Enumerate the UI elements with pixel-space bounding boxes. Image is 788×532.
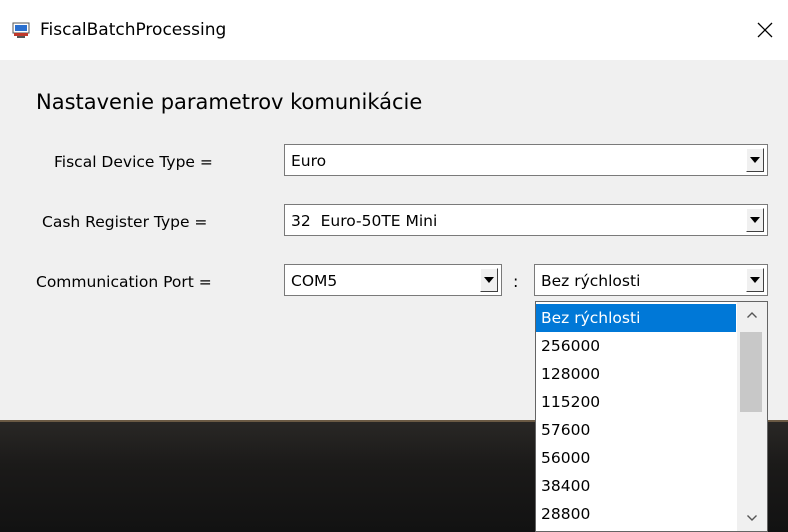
chevron-up-icon	[747, 312, 757, 318]
port-speed-dropdown-list[interactable]: Bez rýchlosti 256000 128000 115200 57600…	[535, 301, 768, 532]
port-speed-select[interactable]: Bez rýchlosti	[534, 264, 768, 296]
cash-register-type-label: Cash Register Type =	[42, 213, 208, 231]
cash-register-type-dropdown-button[interactable]	[746, 208, 764, 232]
close-button[interactable]	[742, 10, 788, 50]
cash-register-type-select[interactable]: 32 Euro-50TE Mini	[284, 204, 768, 236]
speed-option[interactable]: 28800	[536, 500, 736, 528]
scrollbar-thumb[interactable]	[740, 332, 762, 412]
chevron-down-icon	[747, 515, 757, 521]
communication-port-value: COM5	[291, 272, 338, 290]
close-icon	[757, 22, 773, 38]
communication-port-select[interactable]: COM5	[284, 264, 502, 296]
chevron-down-icon	[750, 277, 760, 283]
speed-option[interactable]: 56000	[536, 444, 736, 472]
speed-option[interactable]: 57600	[536, 416, 736, 444]
port-speed-value: Bez rýchlosti	[541, 272, 641, 290]
cash-register-type-value: 32 Euro-50TE Mini	[291, 212, 438, 230]
title-bar: FiscalBatchProcessing	[0, 0, 788, 60]
fiscal-device-type-select[interactable]: Euro	[284, 144, 768, 176]
dropdown-scrollbar[interactable]	[737, 302, 767, 531]
chevron-down-icon	[750, 217, 760, 223]
port-speed-separator: :	[513, 272, 519, 291]
chevron-down-icon	[484, 277, 494, 283]
chevron-down-icon	[750, 157, 760, 163]
fiscal-device-type-dropdown-button[interactable]	[746, 148, 764, 172]
port-speed-dropdown-button[interactable]	[746, 268, 764, 292]
speed-option[interactable]: 38400	[536, 472, 736, 500]
fiscal-device-type-value: Euro	[291, 152, 327, 170]
communication-port-label: Communication Port =	[36, 273, 212, 291]
window-title: FiscalBatchProcessing	[40, 20, 227, 40]
speed-option[interactable]: 256000	[536, 332, 736, 360]
scroll-up-button[interactable]	[737, 302, 767, 328]
fiscal-device-type-label: Fiscal Device Type =	[54, 153, 213, 171]
speed-option-no-speed[interactable]: Bez rýchlosti	[536, 304, 736, 332]
communication-port-dropdown-button[interactable]	[480, 268, 498, 292]
speed-option[interactable]: 115200	[536, 388, 736, 416]
app-monitor-icon	[12, 22, 30, 38]
scroll-down-button[interactable]	[737, 505, 767, 531]
speed-option[interactable]: 128000	[536, 360, 736, 388]
page-title: Nastavenie parametrov komunikácie	[36, 90, 423, 114]
